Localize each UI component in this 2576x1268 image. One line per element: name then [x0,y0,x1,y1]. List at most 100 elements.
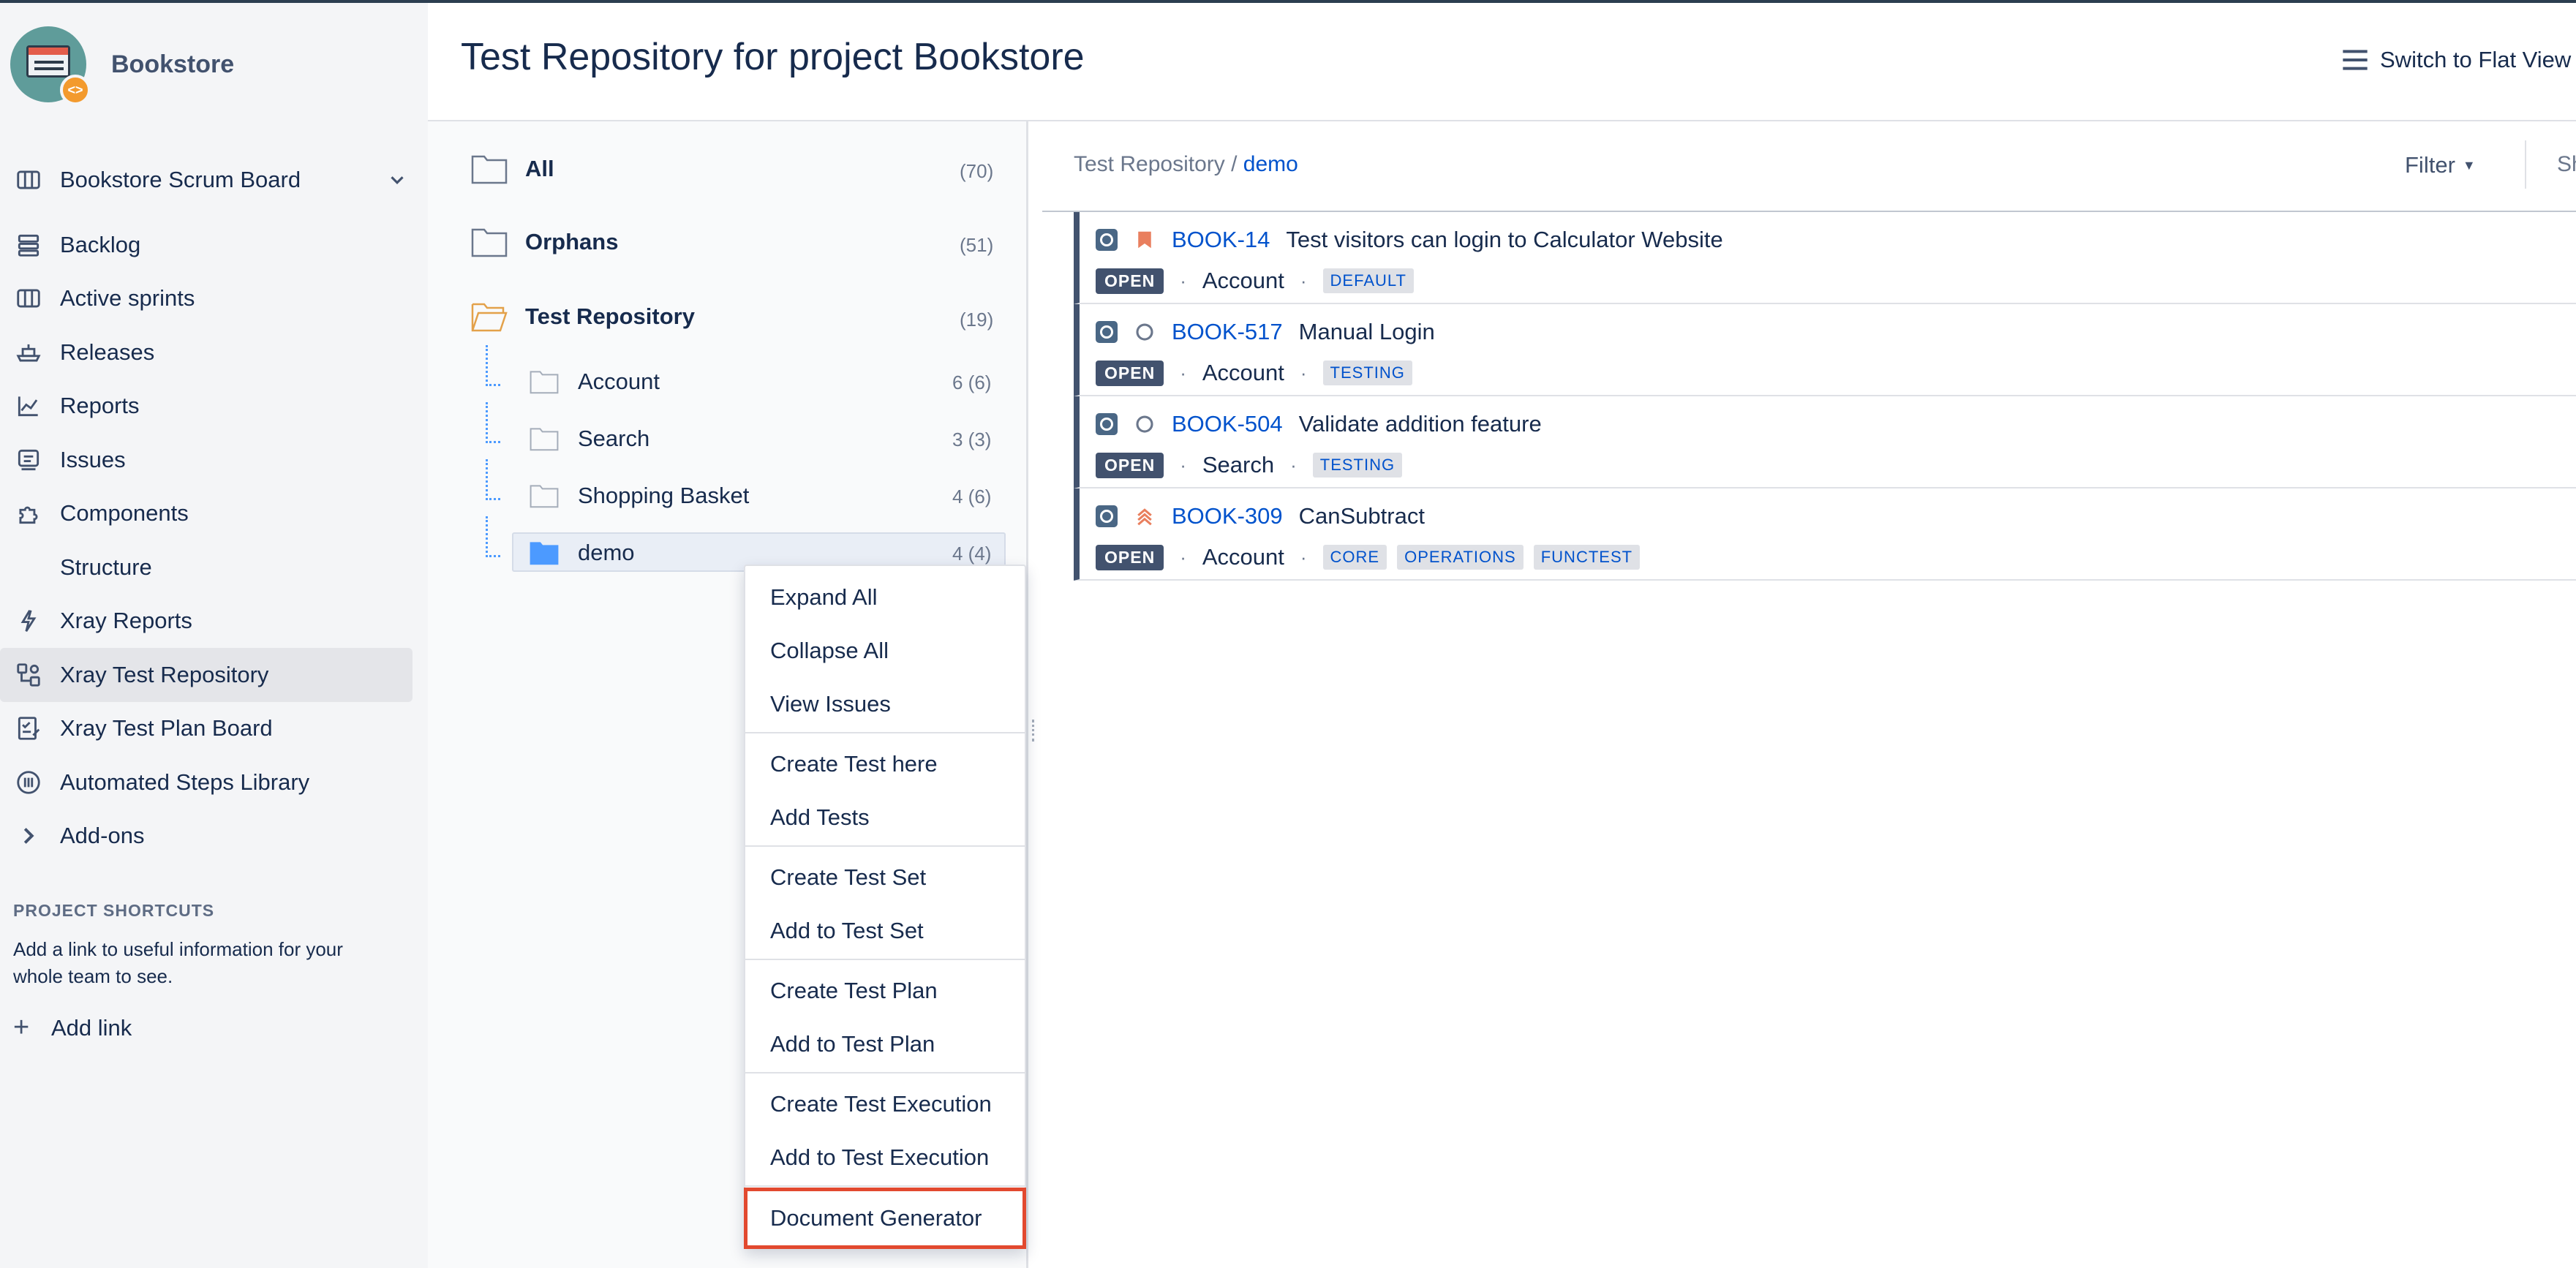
issue-label[interactable]: OPERATIONS [1397,545,1524,570]
issue-label[interactable]: CORE [1322,545,1387,570]
menu-item-add-to-test-plan[interactable]: Add to Test Plan [745,1017,1025,1071]
tree-connector [486,459,500,500]
issue-label[interactable]: DEFAULT [1322,268,1414,293]
project-sidebar: <> Bookstore Bookstore Scrum Board Backl… [0,3,428,1268]
folder-icon [530,371,559,394]
tree-node-label: Orphans [525,229,619,254]
menu-separator [745,732,1025,733]
shortcuts-title: PROJECT SHORTCUTS [13,901,215,920]
tree-node-count: 6 (6) [952,371,992,393]
status-badge: OPEN [1096,452,1164,478]
menu-item-create-test-here[interactable]: Create Test here [745,737,1025,791]
tree-node-account[interactable]: Account [530,369,660,395]
separator-dot: · [1180,361,1186,384]
sidebar-item-label: Releases [60,339,155,365]
test-issue-row[interactable]: BOOK-517 Manual Login OPEN · Account · T… [1074,304,2576,396]
menu-item-add-tests[interactable]: Add Tests [745,790,1025,845]
board-icon [13,165,44,195]
board-selector[interactable]: Bookstore Scrum Board [13,159,408,200]
panel-resize-handle[interactable] [1032,720,1035,741]
tree-node-demo[interactable]: demo [530,540,635,566]
caret-down-icon: ▼ [2462,157,2476,173]
project-header[interactable]: <> Bookstore [10,26,234,105]
issue-key[interactable]: BOOK-504 [1172,411,1283,437]
breadcrumb-root[interactable]: Test Repository [1074,152,1225,176]
repository-icon [13,660,44,690]
sidebar-item-reports[interactable]: Reports [0,380,413,434]
menu-item-add-to-test-set[interactable]: Add to Test Set [745,904,1025,958]
sidebar-item-automated-steps-library[interactable]: Automated Steps Library [0,755,413,810]
circle-priority-icon [1136,415,1153,433]
issue-key[interactable]: BOOK-517 [1172,319,1283,345]
sidebar-item-label: Add-ons [60,823,145,849]
chevron-down-icon [391,176,404,184]
tree-node-label: Test Repository [525,303,695,329]
breadcrumb: Test Repository / demo [1074,152,1298,177]
sidebar-item-xray-test-plan-board[interactable]: Xray Test Plan Board [0,702,413,756]
filter-button[interactable]: Filter ▼ [2405,152,2476,178]
menu-item-document-generator[interactable]: Document Generator [744,1188,1026,1249]
menu-item-create-test-plan[interactable]: Create Test Plan [745,964,1025,1018]
menu-item-expand-all[interactable]: Expand All [745,570,1025,624]
tree-node-test-repository[interactable]: Test Repository [471,301,695,332]
circle-priority-icon [1136,323,1153,341]
sidebar-item-structure[interactable]: Structure [0,540,413,595]
menu-item-add-to-test-execution[interactable]: Add to Test Execution [745,1131,1025,1185]
sidebar-item-label: Backlog [60,231,141,257]
folder-icon [530,542,559,565]
sidebar-item-label: Xray Test Plan Board [60,715,273,741]
issue-summary: Manual Login [1298,319,1435,344]
tree-node-count: (70) [960,160,994,182]
sidebar-item-backlog[interactable]: Backlog [0,218,413,272]
ship-icon [13,337,44,368]
toolbar-truncated-label[interactable]: Sh [2557,152,2576,177]
puzzle-icon [13,498,44,529]
blank-icon [13,552,44,583]
sidebar-item-issues[interactable]: Issues [0,433,413,487]
tree-node-count: 4 (4) [952,543,992,565]
tree-node-label: Shopping Basket [578,483,750,508]
code-badge-icon: <> [60,75,91,105]
board-icon [13,283,44,314]
menu-item-collapse-all[interactable]: Collapse All [745,624,1025,678]
sidebar-item-active-sprints[interactable]: Active sprints [0,272,413,326]
tree-node-count: (51) [960,234,994,256]
menu-separator [745,959,1025,960]
menu-item-view-issues[interactable]: View Issues [745,677,1025,731]
sidebar-item-releases[interactable]: Releases [0,325,413,380]
test-type-icon [1096,505,1118,527]
menu-item-create-test-set[interactable]: Create Test Set [745,850,1025,905]
test-issue-row[interactable]: BOOK-14 Test visitors can login to Calcu… [1074,212,2576,304]
test-issue-row[interactable]: BOOK-504 Validate addition feature OPEN … [1074,396,2576,488]
separator-dot: · [1300,361,1307,384]
menu-separator [745,845,1025,847]
test-issue-row[interactable]: BOOK-309 CanSubtract OPEN · Account · CO… [1074,488,2576,581]
tree-node-all[interactable]: All [471,154,554,184]
status-badge: OPEN [1096,544,1164,570]
tree-node-orphans[interactable]: Orphans [471,227,618,257]
add-link-button[interactable]: + Add link [13,1012,132,1044]
issue-label[interactable]: FUNCTEST [1533,545,1641,570]
sidebar-item-xray-test-repository[interactable]: Xray Test Repository [0,648,413,702]
issue-component: Account [1202,360,1284,385]
board-name: Bookstore Scrum Board [60,167,301,192]
issue-key[interactable]: BOOK-14 [1172,227,1270,253]
folder-open-icon [471,303,508,332]
test-type-icon [1096,413,1118,435]
sidebar-item-add-ons[interactable]: Add-ons [0,810,413,864]
issue-key[interactable]: BOOK-309 [1172,503,1283,529]
tree-node-search[interactable]: Search [530,426,649,452]
issue-label[interactable]: TESTING [1312,453,1403,478]
folder-context-menu: Expand All Collapse All View Issues Crea… [744,565,1026,1249]
sidebar-item-components[interactable]: Components [0,487,413,541]
breadcrumb-current[interactable]: demo [1243,152,1298,176]
switch-flat-view-button[interactable]: Switch to Flat View [2340,47,2571,73]
tree-node-label: All [525,156,554,181]
tree-node-shopping-basket[interactable]: Shopping Basket [530,483,749,509]
sidebar-item-xray-reports[interactable]: Xray Reports [0,595,413,649]
issue-label[interactable]: TESTING [1322,361,1412,385]
panel-divider [1026,121,1028,1268]
issues-icon [13,445,44,475]
project-avatar: <> [10,26,91,105]
menu-item-create-test-execution[interactable]: Create Test Execution [745,1077,1025,1131]
